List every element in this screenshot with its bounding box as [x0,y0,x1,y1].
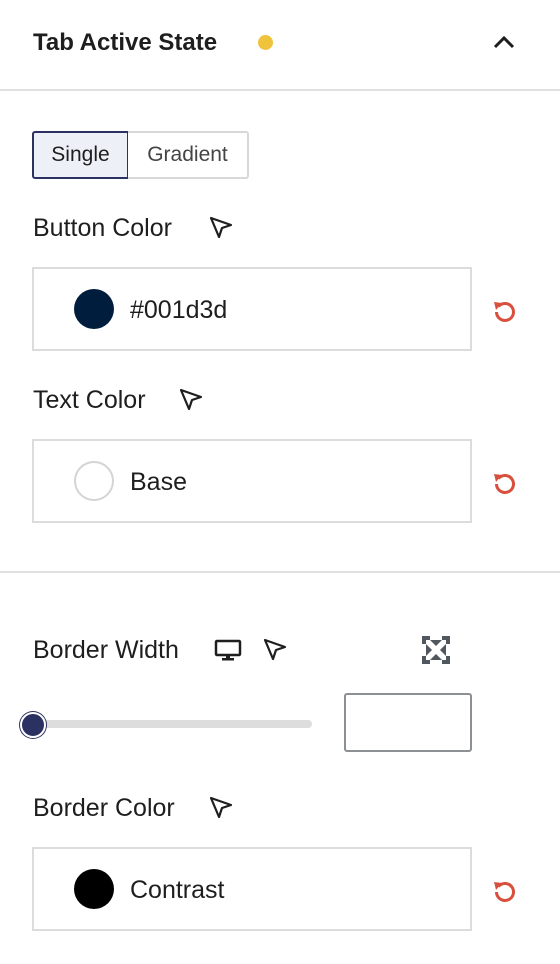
reset-icon [494,473,515,494]
text-color-swatch [74,461,114,501]
border-width-label: Border Width [33,636,179,664]
tab-gradient[interactable]: Gradient [128,131,249,179]
tab-single[interactable]: Single [32,131,129,179]
text-color-reset-button[interactable] [490,468,520,498]
border-color-label: Border Color [33,794,175,822]
button-color-picker[interactable]: #001d3d [32,267,472,351]
button-color-value: #001d3d [130,296,228,324]
header-divider [0,89,560,91]
unlink-sides-icon[interactable] [418,632,454,668]
border-color-swatch [74,869,114,909]
button-color-swatch [74,289,114,329]
text-color-value: Base [130,468,187,496]
button-color-label: Button Color [33,214,172,242]
border-width-slider-track[interactable] [34,720,312,728]
reset-icon [494,881,515,902]
chevron-up-icon [493,35,515,49]
text-color-label: Text Color [33,386,146,414]
border-color-value: Contrast [130,876,225,904]
button-color-reset-button[interactable] [490,296,520,326]
section-divider [0,571,560,573]
text-color-picker[interactable]: Base [32,439,472,523]
reset-icon [494,301,515,322]
border-width-input[interactable] [344,693,472,752]
border-width-slider-thumb[interactable] [20,712,46,738]
modified-indicator [258,35,273,50]
collapse-button[interactable] [486,26,522,58]
panel-title: Tab Active State [33,29,218,56]
border-color-picker[interactable]: Contrast [32,847,472,931]
cursor-arrow-icon[interactable] [208,215,234,241]
panel-header[interactable]: Tab Active State [0,0,560,90]
cursor-arrow-icon[interactable] [178,387,204,413]
desktop-icon[interactable] [214,637,242,663]
cursor-arrow-icon[interactable] [262,637,288,663]
border-color-reset-button[interactable] [490,876,520,906]
cursor-arrow-icon[interactable] [208,795,234,821]
